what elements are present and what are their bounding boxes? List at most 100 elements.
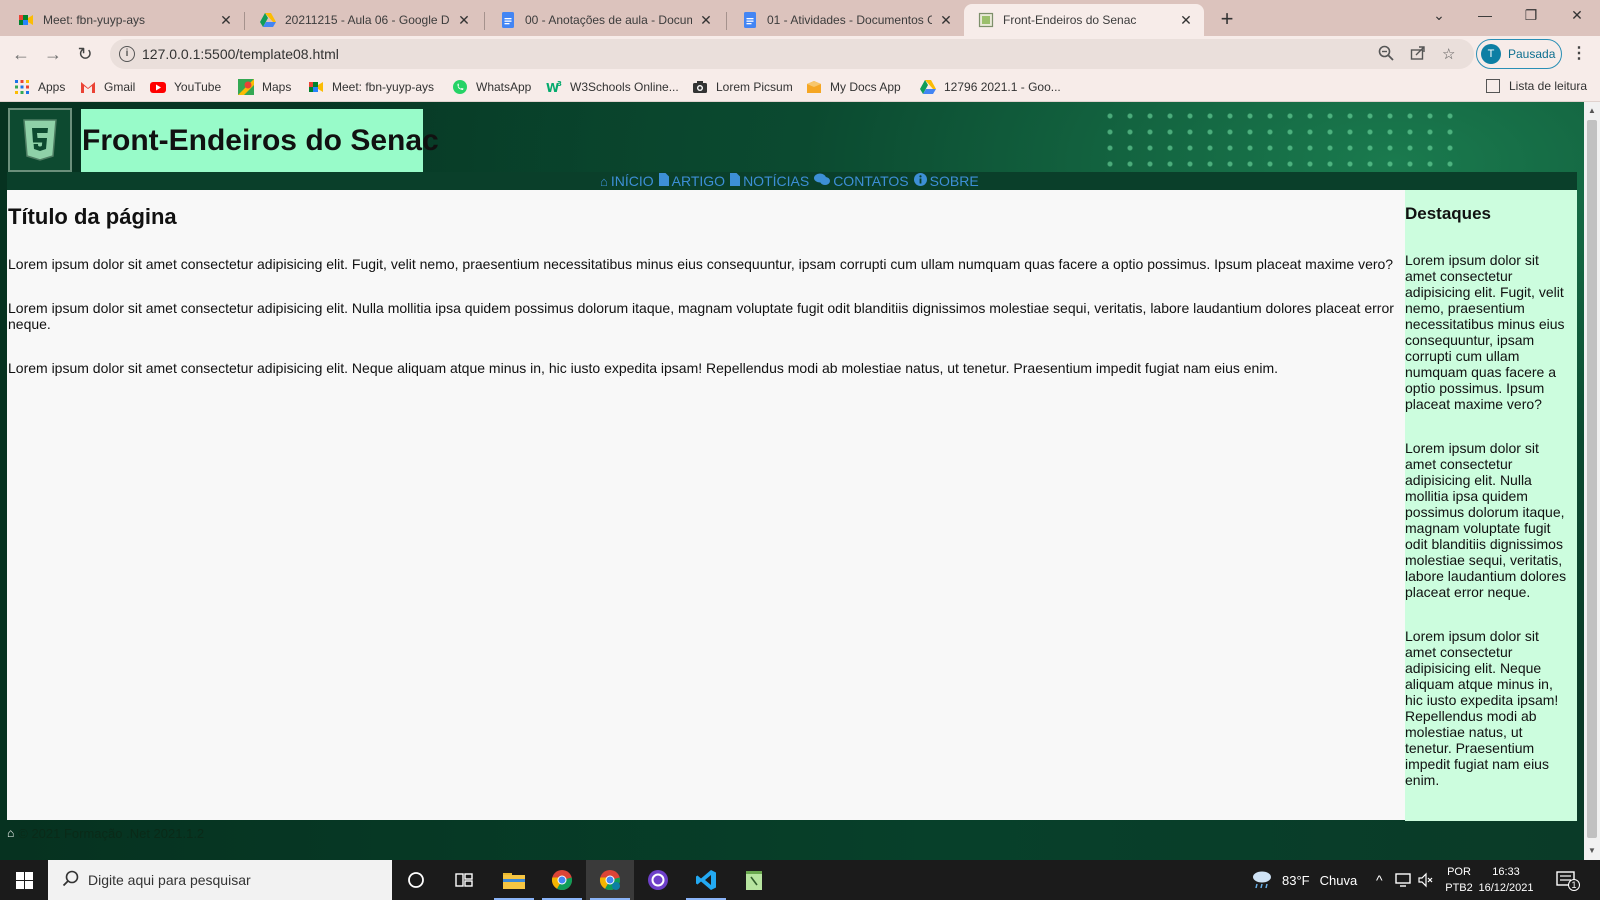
tab-label: 01 - Atividades - Documentos Google bbox=[767, 13, 932, 27]
weather-temp: 83°F bbox=[1282, 872, 1310, 888]
google-meet-icon bbox=[18, 12, 34, 28]
notepad-plus-icon[interactable] bbox=[730, 860, 778, 900]
bookmarks-bar: Apps Gmail YouTube Maps Meet: fbn-yuyp-a… bbox=[0, 72, 1600, 102]
tab-front-endeiros[interactable]: Front-Endeiros do Senac ✕ bbox=[964, 4, 1204, 36]
scroll-down-icon[interactable]: ▼ bbox=[1587, 846, 1597, 855]
page-viewport: Front-Endeiros do Senac ⌂ INÍCIO ARTIGO … bbox=[0, 102, 1584, 860]
comments-icon bbox=[814, 173, 831, 189]
minimize-icon[interactable]: — bbox=[1462, 0, 1508, 30]
youtube-icon bbox=[150, 79, 166, 95]
restore-icon[interactable]: ❐ bbox=[1508, 0, 1554, 30]
reading-list-label: Lista de leitura bbox=[1509, 79, 1588, 93]
cortana-icon[interactable] bbox=[392, 860, 440, 900]
close-icon[interactable]: ✕ bbox=[698, 12, 714, 29]
tab-atividades[interactable]: 01 - Atividades - Documentos Google ✕ bbox=[728, 4, 964, 36]
bookmark-drive-12796[interactable]: 12796 2021.1 - Goo... bbox=[920, 79, 1061, 95]
notification-center[interactable]: 1 bbox=[1556, 860, 1580, 900]
windows-taskbar: Digite aqui para pesquisar 83°F Chuva ^ bbox=[0, 860, 1600, 900]
bookmark-my-docs-app[interactable]: My Docs App bbox=[806, 79, 901, 95]
scrollbar-thumb[interactable] bbox=[1587, 120, 1597, 838]
bookmark-apps[interactable]: Apps bbox=[14, 79, 65, 95]
profile-status: Pausada bbox=[1508, 47, 1556, 61]
bookmark-label: Meet: fbn-yuyp-ays bbox=[332, 80, 435, 94]
maps-icon bbox=[238, 79, 254, 95]
zoom-icon[interactable] bbox=[1378, 45, 1394, 65]
forward-arrow-icon[interactable]: → bbox=[40, 41, 66, 67]
nav-artigo[interactable]: ARTIGO bbox=[658, 173, 726, 189]
network-icon[interactable] bbox=[1394, 860, 1412, 900]
google-drive-icon bbox=[260, 12, 276, 28]
new-tab-button[interactable]: + bbox=[1213, 6, 1241, 34]
tab-meet[interactable]: Meet: fbn-yuyp-ays ✕ bbox=[4, 4, 244, 36]
bookmark-youtube[interactable]: YouTube bbox=[150, 79, 221, 95]
page-icon bbox=[978, 12, 994, 28]
taskbar-search[interactable]: Digite aqui para pesquisar bbox=[48, 860, 392, 900]
scroll-up-icon[interactable]: ▲ bbox=[1587, 106, 1597, 115]
back-arrow-icon[interactable]: ← bbox=[8, 41, 34, 67]
page-footer: ⌂ © 2021 Formação .Net 2021.1.2 bbox=[7, 822, 1584, 844]
main-paragraph: Lorem ipsum dolor sit amet consectetur a… bbox=[8, 256, 1394, 272]
system-clock[interactable]: 16:33 16/12/2021 bbox=[1476, 864, 1536, 896]
task-view-icon[interactable] bbox=[440, 860, 488, 900]
close-icon[interactable]: ✕ bbox=[938, 12, 954, 29]
apps-grid-icon bbox=[14, 79, 30, 95]
page-scrollbar[interactable]: ▲ ▼ bbox=[1584, 102, 1600, 860]
weather-widget[interactable]: 83°F Chuva bbox=[1250, 860, 1357, 900]
nav-label: INÍCIO bbox=[610, 173, 654, 189]
bookmark-gmail[interactable]: Gmail bbox=[80, 79, 135, 95]
nav-noticias[interactable]: NOTÍCIAS bbox=[730, 173, 809, 189]
tab-drive[interactable]: 20211215 - Aula 06 - Google Drive ✕ bbox=[246, 4, 482, 36]
url-text[interactable]: 127.0.0.1:5500/template08.html bbox=[142, 46, 339, 62]
share-icon[interactable] bbox=[1410, 45, 1426, 65]
browser-toolbar: ← → ↻ i 127.0.0.1:5500/template08.html ☆… bbox=[0, 36, 1600, 72]
github-desktop-icon[interactable] bbox=[634, 860, 682, 900]
site-title: Front-Endeiros do Senac bbox=[81, 109, 439, 172]
file-explorer-icon[interactable] bbox=[490, 860, 538, 900]
profile-button[interactable]: T Pausada bbox=[1476, 39, 1562, 69]
volume-muted-icon[interactable] bbox=[1418, 860, 1434, 900]
bookmark-w3schools[interactable]: W3 W3Schools Online... bbox=[546, 79, 679, 95]
chrome-profile-icon[interactable] bbox=[586, 860, 634, 900]
bookmark-meet[interactable]: Meet: fbn-yuyp-ays bbox=[308, 79, 434, 95]
vscode-icon[interactable] bbox=[682, 860, 730, 900]
chevron-up-icon[interactable]: ^ bbox=[1376, 860, 1383, 900]
nav-contatos[interactable]: CONTATOS bbox=[814, 173, 909, 189]
tab-strip: Meet: fbn-yuyp-ays ✕ 20211215 - Aula 06 … bbox=[0, 0, 1600, 36]
language-indicator[interactable]: POR PTB2 bbox=[1444, 864, 1474, 896]
tab-label: Front-Endeiros do Senac bbox=[1003, 13, 1137, 27]
file-icon bbox=[658, 173, 669, 189]
reading-list-icon bbox=[1486, 79, 1500, 93]
window-close-icon[interactable]: ✕ bbox=[1554, 0, 1600, 30]
weather-condition: Chuva bbox=[1319, 872, 1358, 888]
address-bar[interactable]: i 127.0.0.1:5500/template08.html ☆ bbox=[110, 39, 1474, 69]
chrome-icon[interactable] bbox=[538, 860, 586, 900]
keyboard-layout: PTB2 bbox=[1445, 882, 1473, 894]
reading-list-button[interactable]: Lista de leitura bbox=[1486, 79, 1587, 93]
menu-dots-icon[interactable]: ⋮ bbox=[1570, 44, 1588, 64]
close-icon[interactable]: ✕ bbox=[1178, 12, 1194, 29]
google-drive-icon bbox=[920, 79, 936, 95]
reload-icon[interactable]: ↻ bbox=[72, 41, 98, 67]
tab-anotacoes[interactable]: 00 - Anotações de aula - Documentos ✕ bbox=[486, 4, 724, 36]
bookmark-whatsapp[interactable]: WhatsApp bbox=[452, 79, 531, 95]
bookmark-label: Lorem Picsum bbox=[716, 80, 793, 94]
bookmark-label: W3Schools Online... bbox=[570, 80, 679, 94]
nav-sobre[interactable]: SOBRE bbox=[913, 173, 979, 189]
file-icon bbox=[730, 173, 741, 189]
info-icon[interactable]: i bbox=[119, 46, 135, 62]
star-icon[interactable]: ☆ bbox=[1442, 45, 1455, 63]
notification-icon: 1 bbox=[1556, 871, 1580, 891]
bookmark-label: Apps bbox=[38, 80, 66, 94]
bookmark-maps[interactable]: Maps bbox=[238, 79, 291, 95]
nav-inicio[interactable]: ⌂ INÍCIO bbox=[600, 173, 654, 189]
bookmark-lorem-picsum[interactable]: Lorem Picsum bbox=[692, 79, 793, 95]
close-icon[interactable]: ✕ bbox=[218, 12, 234, 29]
nav-label: ARTIGO bbox=[671, 173, 726, 189]
sidebar-paragraph: Lorem ipsum dolor sit amet consectetur a… bbox=[1405, 628, 1559, 788]
chevron-down-icon[interactable]: ⌄ bbox=[1416, 0, 1462, 30]
nav-label: SOBRE bbox=[929, 173, 979, 189]
header-dots-pattern bbox=[1100, 108, 1460, 170]
start-button[interactable] bbox=[0, 860, 48, 900]
close-icon[interactable]: ✕ bbox=[456, 12, 472, 29]
bookmark-label: My Docs App bbox=[830, 80, 901, 94]
